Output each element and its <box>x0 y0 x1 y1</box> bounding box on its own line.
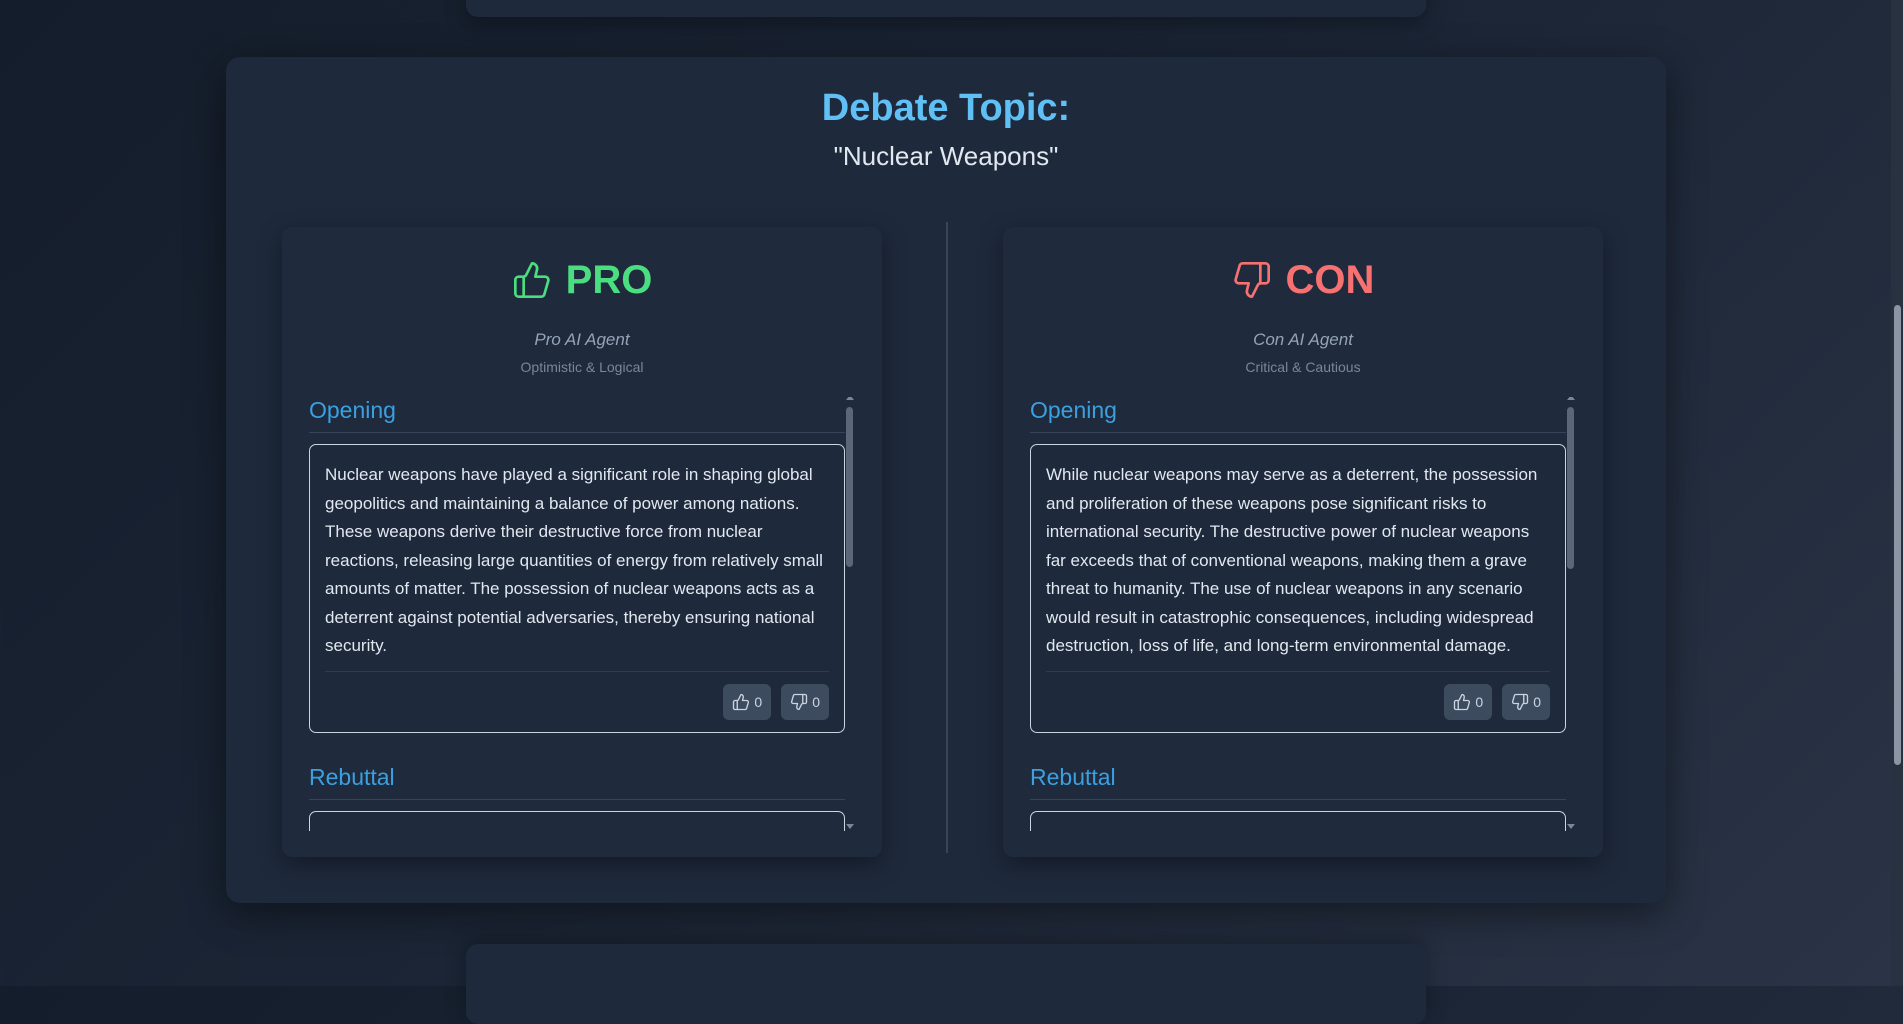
page-scrollbar[interactable] <box>1891 0 1903 986</box>
page-scrollbar-thumb[interactable] <box>1894 305 1901 765</box>
con-downvote-count: 0 <box>1533 693 1541 710</box>
debate-topic-name: "Nuclear Weapons" <box>833 141 1059 171</box>
previous-card <box>466 0 1426 17</box>
pro-opening-argument: Nuclear weapons have played a significan… <box>309 444 845 733</box>
scroll-down-arrow-icon[interactable] <box>1567 824 1575 829</box>
next-card <box>466 944 1426 1024</box>
thumbs-up-icon <box>732 693 750 711</box>
thumbs-down-icon <box>790 693 808 711</box>
con-downvote-button[interactable]: 0 <box>1502 683 1550 720</box>
pro-scrollbar[interactable] <box>843 397 857 829</box>
con-opening-heading: Opening <box>1030 397 1566 433</box>
pro-header: PRO <box>282 257 882 303</box>
pro-downvote-button[interactable]: 0 <box>781 683 829 720</box>
pro-vote-row: 0 0 <box>325 670 829 720</box>
pro-rebuttal-argument <box>309 811 845 831</box>
thumbs-up-icon <box>1453 693 1471 711</box>
thumbs-down-icon <box>1511 693 1529 711</box>
con-header: CON <box>1003 257 1603 303</box>
debate-card: Debate Topic: "Nuclear Weapons" PRO Pro … <box>226 57 1666 903</box>
con-opening-text: While nuclear weapons may serve as a det… <box>1046 465 1538 655</box>
pro-scroll-area[interactable]: Opening Nuclear weapons have played a si… <box>309 397 861 847</box>
column-divider <box>946 222 948 853</box>
scroll-up-arrow-icon[interactable] <box>846 397 854 400</box>
pro-agent-desc: Optimistic & Logical <box>520 359 644 375</box>
debate-topic-heading: Debate Topic: <box>821 87 1071 129</box>
con-scrollbar[interactable] <box>1564 397 1578 829</box>
pro-downvote-count: 0 <box>812 693 820 710</box>
pro-label: PRO <box>565 257 653 302</box>
scroll-up-arrow-icon[interactable] <box>1567 397 1575 400</box>
con-rebuttal-heading: Rebuttal <box>1030 764 1566 800</box>
thumbs-down-icon <box>1232 260 1272 300</box>
con-vote-row: 0 0 <box>1046 670 1550 720</box>
con-rebuttal-argument <box>1030 811 1566 831</box>
con-panel: CON Con AI Agent Critical & Cautious Ope… <box>1003 227 1603 857</box>
pro-panel: PRO Pro AI Agent Optimistic & Logical Op… <box>282 227 882 857</box>
pro-rebuttal-heading: Rebuttal <box>309 764 845 800</box>
con-scrollbar-thumb[interactable] <box>1567 407 1574 569</box>
con-upvote-count: 0 <box>1475 693 1484 710</box>
pro-opening-text: Nuclear weapons have played a significan… <box>325 465 823 655</box>
pro-scrollbar-thumb[interactable] <box>846 407 853 567</box>
con-opening-argument: While nuclear weapons may serve as a det… <box>1030 444 1566 733</box>
con-agent-name: Con AI Agent <box>1253 330 1353 349</box>
thumbs-up-icon <box>512 260 552 300</box>
pro-agent-name: Pro AI Agent <box>534 330 630 349</box>
scroll-down-arrow-icon[interactable] <box>846 824 854 829</box>
pro-upvote-button[interactable]: 0 <box>723 683 772 720</box>
con-agent-desc: Critical & Cautious <box>1245 359 1361 375</box>
con-scroll-area[interactable]: Opening While nuclear weapons may serve … <box>1030 397 1582 847</box>
pro-upvote-count: 0 <box>754 693 763 710</box>
pro-opening-heading: Opening <box>309 397 845 433</box>
con-upvote-button[interactable]: 0 <box>1444 683 1493 720</box>
con-label: CON <box>1285 257 1375 302</box>
